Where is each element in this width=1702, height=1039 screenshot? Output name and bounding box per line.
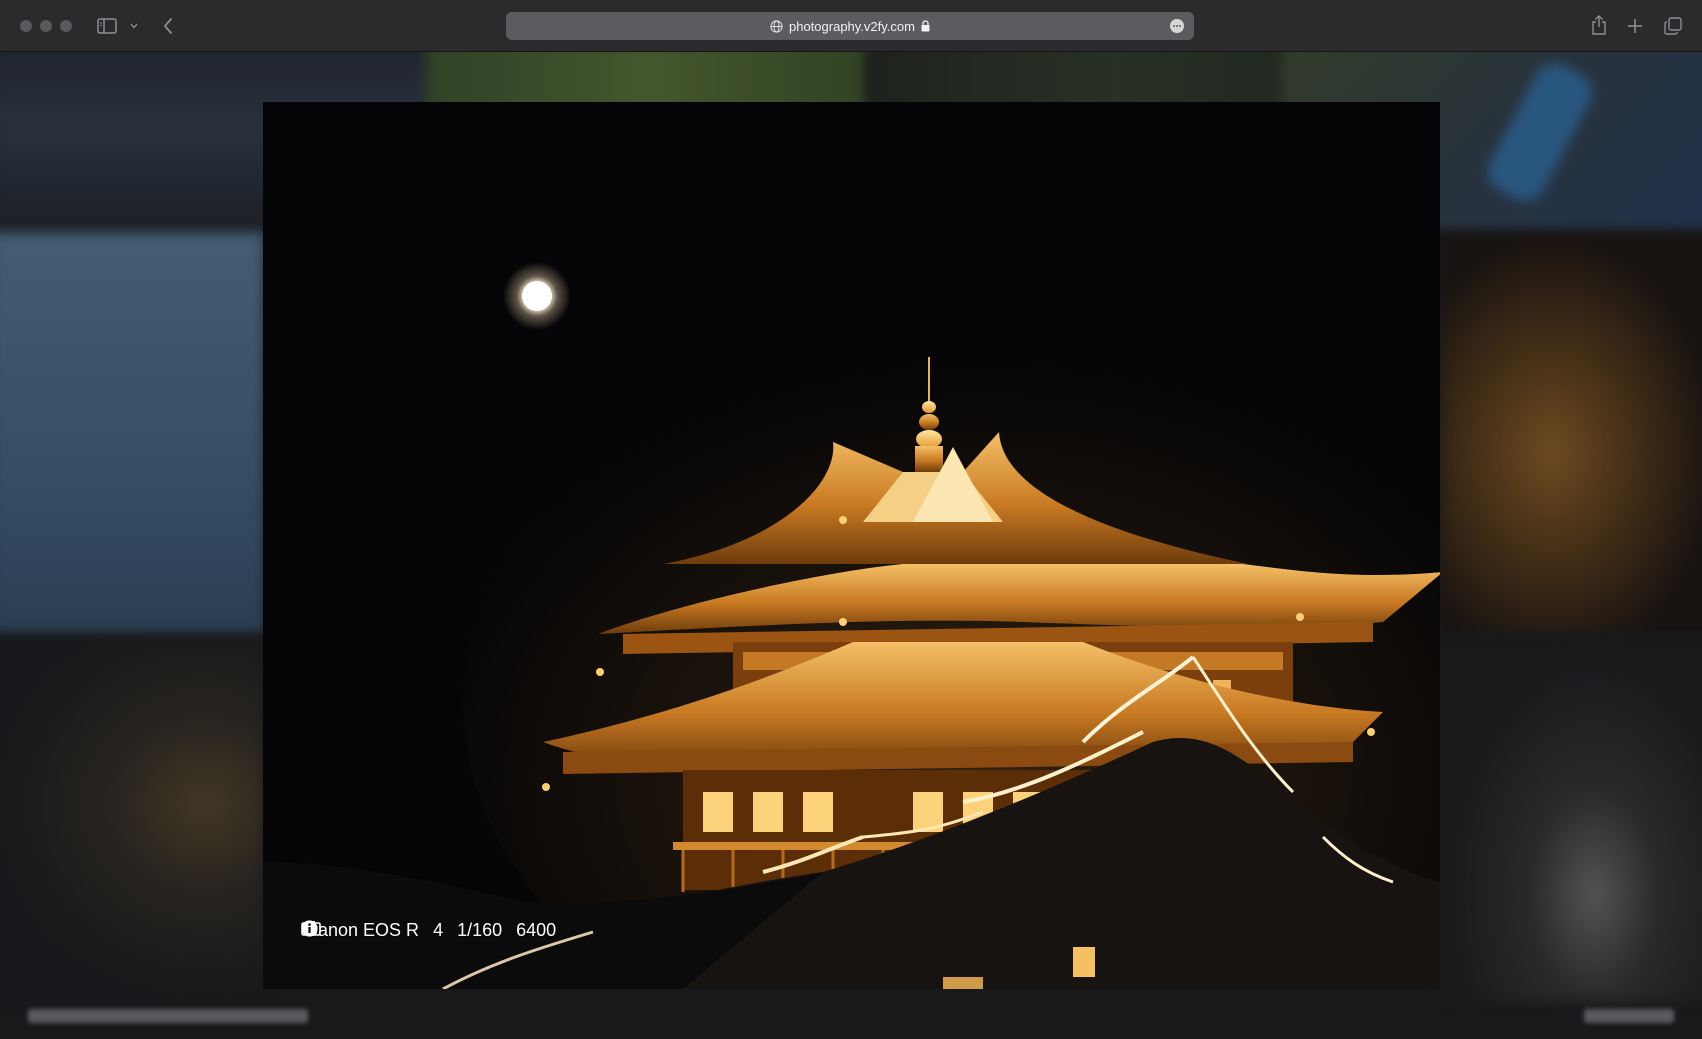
- gallery-footer: [0, 992, 1702, 1039]
- minimize-window-button[interactable]: [40, 20, 52, 32]
- lock-icon: [921, 20, 930, 32]
- lightbox-photo[interactable]: Canon EOS R 4 1/160 6400: [263, 102, 1440, 989]
- address-bar[interactable]: photography.v2fy.com: [506, 12, 1194, 40]
- plus-icon[interactable]: [1625, 16, 1645, 36]
- zoom-window-button[interactable]: [60, 20, 72, 32]
- exif-shutter: 1/160: [457, 920, 503, 940]
- exif-info: Canon EOS R 4 1/160 6400: [301, 920, 556, 941]
- share-icon[interactable]: [1589, 14, 1609, 36]
- browser-toolbar: photography.v2fy.com: [0, 0, 1702, 52]
- tabs-icon[interactable]: [1663, 16, 1683, 36]
- temple-night-photo: [263, 102, 1440, 989]
- exif-iso: 6400: [516, 920, 557, 940]
- chevron-down-icon[interactable]: [129, 21, 139, 31]
- url-text: photography.v2fy.com: [789, 18, 915, 34]
- exif-aperture: 4: [433, 920, 444, 940]
- more-icon[interactable]: [1170, 19, 1184, 33]
- back-icon[interactable]: [160, 16, 176, 36]
- sidebar-icon[interactable]: [96, 16, 118, 36]
- globe-icon: [770, 19, 783, 33]
- close-window-button[interactable]: [20, 20, 32, 32]
- exif-camera: Canon EOS R: [305, 920, 420, 940]
